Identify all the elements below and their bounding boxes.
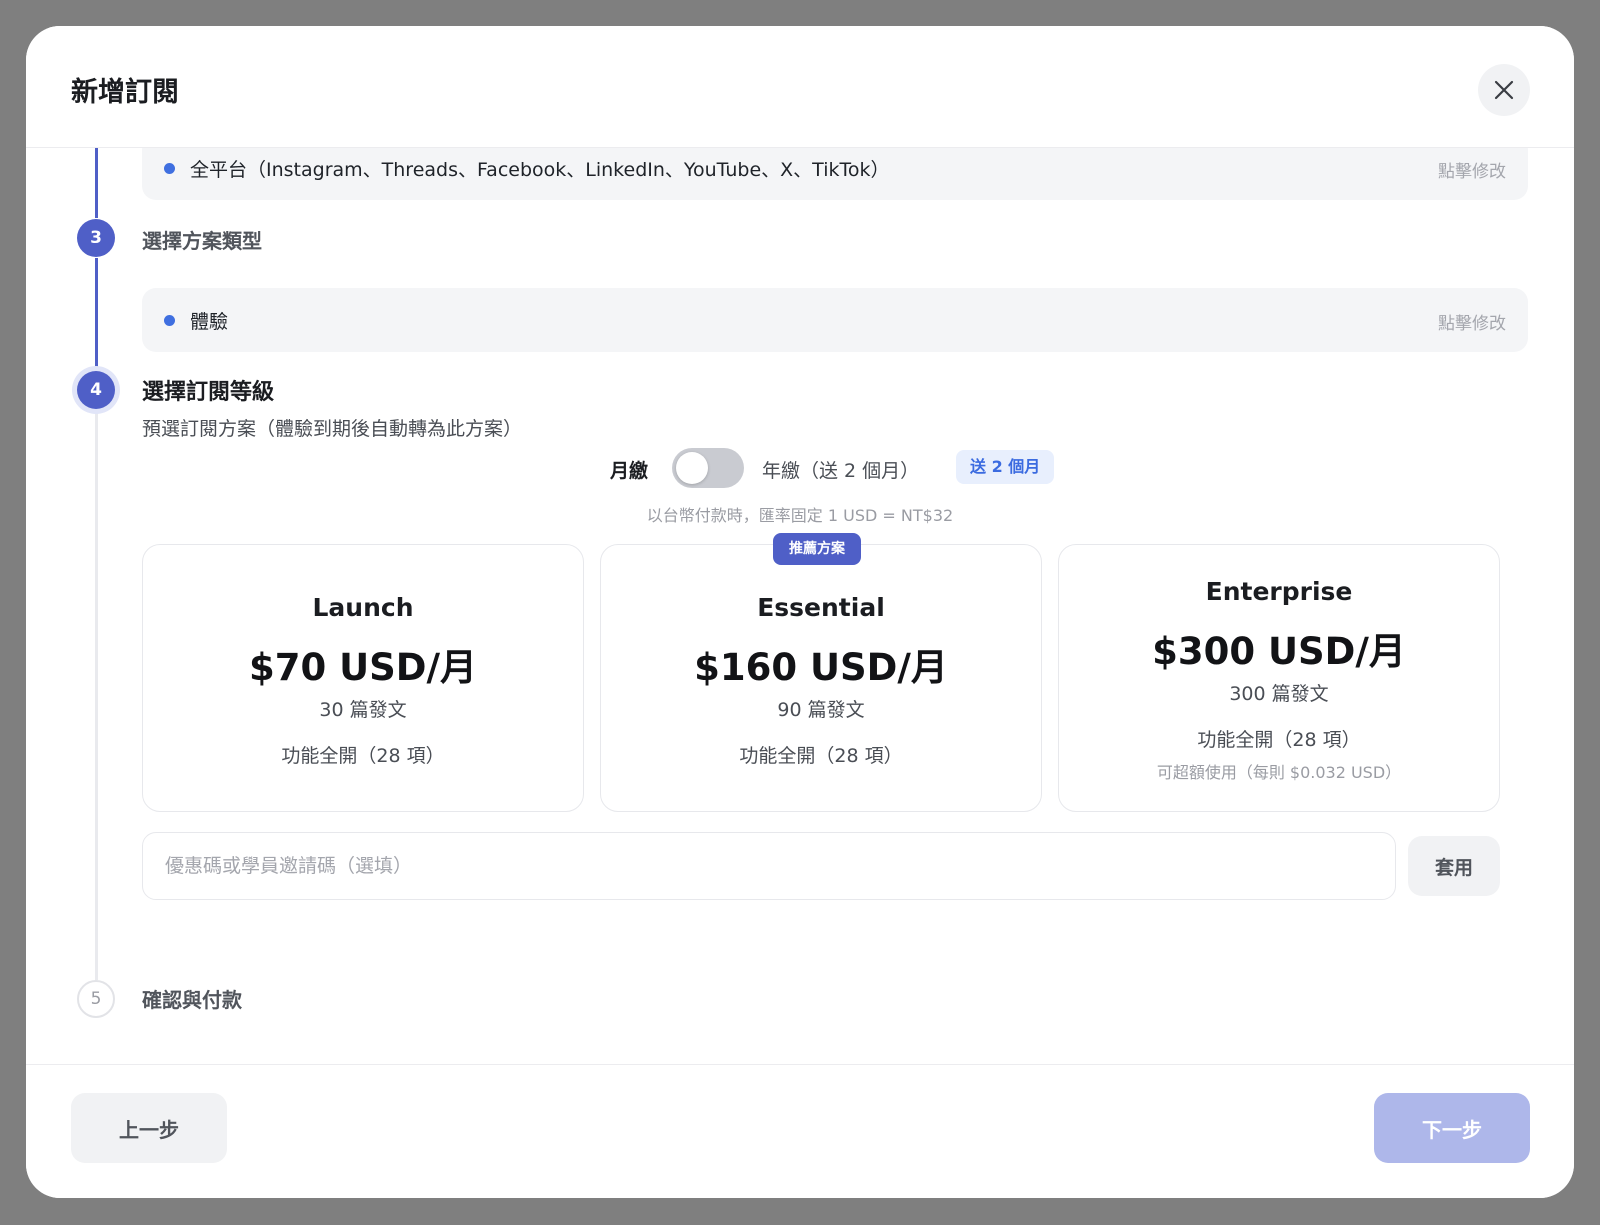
monthly-label[interactable]: 月繳 [610, 456, 648, 483]
plan-price: $300 USD/月 [1152, 630, 1406, 673]
step-3-badge: 3 [77, 219, 115, 257]
plan-card-essential[interactable]: 推薦方案 Essential $160 USD/月 90 篇發文 功能全開（28… [600, 533, 1042, 812]
step-4-title: 選擇訂閱等級 [142, 380, 275, 405]
plan-posts: 90 篇發文 [777, 699, 865, 721]
yearly-label[interactable]: 年繳（送 2 個月） [762, 456, 919, 483]
plan-card-enterprise[interactable]: Enterprise $300 USD/月 300 篇發文 功能全開（28 項）… [1058, 544, 1500, 812]
plan-name: Essential [757, 593, 885, 622]
plan-name: Enterprise [1205, 577, 1353, 606]
plan-features: 功能全開（28 項） [1197, 729, 1361, 751]
coupon-code-input[interactable] [142, 832, 1396, 900]
step-5-title: 確認與付款 [142, 988, 242, 1012]
recommended-badge: 推薦方案 [773, 533, 861, 565]
step-rail-completed [95, 258, 98, 370]
plan-name: Launch [312, 593, 414, 622]
plan-type-summary[interactable]: 體驗 點擊修改 [142, 288, 1528, 352]
step-4-badge: 4 [77, 371, 115, 409]
summary-bullet [164, 163, 175, 174]
apply-coupon-button[interactable]: 套用 [1408, 836, 1500, 896]
close-icon [1494, 80, 1514, 100]
plan-price: $70 USD/月 [248, 646, 478, 689]
plan-posts: 30 篇發文 [319, 699, 407, 721]
billing-cycle-toggle-row: 月繳 年繳（送 2 個月） 送 2 個月 [26, 448, 1574, 488]
exchange-rate-note: 以台幣付款時，匯率固定 1 USD = NT$32 [646, 506, 954, 525]
plan-type-edit-link[interactable]: 點擊修改 [1438, 309, 1506, 334]
plan-price: $160 USD/月 [694, 646, 948, 689]
close-button[interactable] [1478, 64, 1530, 116]
step-5-badge: 5 [77, 980, 115, 1018]
add-subscription-modal: 新增訂閱 全平台（Instagram、Threads、Facebook、Link… [26, 26, 1574, 1198]
summary-bullet [164, 315, 175, 326]
yearly-bonus-badge: 送 2 個月 [956, 450, 1055, 484]
platforms-edit-link[interactable]: 點擊修改 [1438, 157, 1506, 182]
plan-type-summary-text: 體驗 [190, 311, 229, 333]
billing-cycle-toggle[interactable] [672, 448, 744, 488]
previous-step-button[interactable]: 上一步 [71, 1093, 227, 1163]
step-3-title: 選擇方案類型 [142, 229, 262, 253]
plan-card-launch[interactable]: Launch $70 USD/月 30 篇發文 功能全開（28 項） [142, 544, 584, 812]
plan-overage-note: 可超額使用（每則 $0.032 USD） [1156, 763, 1402, 782]
modal-title: 新增訂閱 [71, 77, 179, 108]
modal-body[interactable]: 全平台（Instagram、Threads、Facebook、LinkedIn、… [26, 148, 1574, 1088]
modal-header: 新增訂閱 [26, 26, 1574, 148]
plan-features: 功能全開（28 項） [739, 745, 903, 767]
step-4-subtitle: 預選訂閱方案（體驗到期後自動轉為此方案） [142, 418, 523, 440]
platforms-summary-text: 全平台（Instagram、Threads、Facebook、LinkedIn、… [190, 159, 890, 181]
toggle-knob [676, 452, 708, 484]
plan-features: 功能全開（28 項） [281, 745, 445, 767]
step-rail-pending [95, 410, 98, 980]
step-rail-completed [95, 148, 98, 218]
platforms-summary[interactable]: 全平台（Instagram、Threads、Facebook、LinkedIn、… [142, 148, 1528, 200]
plan-posts: 300 篇發文 [1229, 683, 1329, 705]
modal-footer: 上一步 下一步 [26, 1064, 1574, 1198]
next-step-button[interactable]: 下一步 [1374, 1093, 1530, 1163]
